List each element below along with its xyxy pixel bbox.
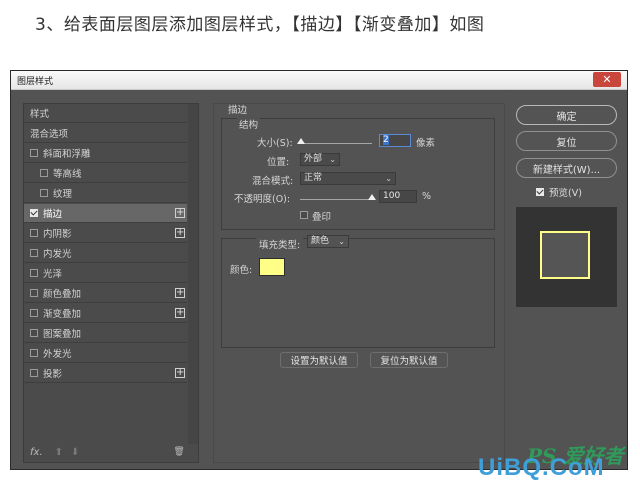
add-effect-icon[interactable]: +: [175, 308, 185, 318]
style-item[interactable]: 描边 +: [24, 204, 187, 223]
style-item[interactable]: 等高线: [24, 164, 187, 183]
close-button[interactable]: ✕: [593, 72, 621, 87]
new-style-button[interactable]: 新建样式(W)...: [516, 158, 617, 178]
fill-type-select[interactable]: 颜色 ⌄: [307, 235, 349, 248]
style-item[interactable]: 颜色叠加 +: [24, 284, 187, 303]
style-item-checkbox[interactable]: [30, 209, 38, 217]
fill-group: 填充类型: 颜色 ⌄ 颜色:: [221, 235, 495, 348]
structure-group: 结构 大小(S): 2 像素 位置: 外部 ⌄ 混合模式: 正常 ⌄ 不透明度(O)…: [221, 117, 495, 230]
style-item-label: 投影: [43, 369, 63, 380]
close-icon: ✕: [602, 73, 612, 86]
style-item[interactable]: 图案叠加: [24, 324, 187, 343]
size-input[interactable]: 2: [379, 134, 411, 147]
style-item-label: 颜色叠加: [43, 289, 82, 300]
trash-icon[interactable]: 🗑: [173, 447, 184, 457]
style-item-label: 斜面和浮雕: [43, 149, 91, 160]
section-title: 描边: [228, 105, 248, 116]
style-item-label: 光泽: [43, 269, 63, 280]
style-item-checkbox[interactable]: [30, 309, 38, 317]
style-item-label: 外发光: [43, 349, 72, 360]
opacity-slider-track[interactable]: [300, 199, 372, 200]
style-item-label: 等高线: [53, 169, 82, 180]
ok-button[interactable]: 确定: [516, 105, 617, 125]
add-effect-icon[interactable]: +: [175, 288, 185, 298]
position-label: 位置:: [267, 157, 290, 168]
reset-default-button[interactable]: 复位为默认值: [370, 352, 448, 368]
fx-icon[interactable]: fx.: [30, 447, 43, 458]
position-select[interactable]: 外部 ⌄: [300, 153, 340, 166]
size-slider-thumb[interactable]: [297, 138, 306, 144]
style-item-checkbox[interactable]: [30, 249, 38, 257]
stroke-color-swatch[interactable]: [259, 258, 285, 276]
style-item[interactable]: 内阴影 +: [24, 224, 187, 243]
style-item-label: 图案叠加: [43, 329, 82, 340]
overprint-checkbox[interactable]: [300, 211, 308, 219]
preview-label: 预览(V): [549, 188, 582, 199]
preview-thumbnail: [540, 231, 590, 279]
style-item-checkbox[interactable]: [30, 369, 38, 377]
style-item-checkbox[interactable]: [30, 269, 38, 277]
chevron-down-icon: ⌄: [329, 155, 336, 164]
style-item[interactable]: 光泽: [24, 264, 187, 283]
opacity-slider-thumb[interactable]: [368, 194, 376, 200]
style-item[interactable]: 内发光: [24, 244, 187, 263]
structure-title: 结构: [237, 117, 261, 131]
tutorial-caption: 3、给表面层图层添加图层样式，【描边】【渐变叠加】如图: [35, 15, 485, 35]
style-item-checkbox[interactable]: [40, 189, 48, 197]
style-list-scrollbar[interactable]: [188, 104, 198, 444]
style-item[interactable]: 渐变叠加 +: [24, 304, 187, 323]
overprint-label[interactable]: 叠印: [312, 209, 331, 223]
style-item-checkbox[interactable]: [30, 349, 38, 357]
style-preview: [516, 207, 617, 307]
move-up-icon[interactable]: ⬆: [55, 447, 63, 458]
opacity-input[interactable]: 100: [379, 190, 417, 203]
color-label: 颜色:: [230, 265, 253, 276]
fill-type-label: 填充类型:: [256, 237, 304, 251]
style-item[interactable]: 外发光: [24, 344, 187, 363]
style-item-label: 内发光: [43, 249, 72, 260]
chevron-down-icon: ⌄: [338, 237, 345, 246]
style-list-footer: fx. ⬆ ⬇ 🗑: [24, 442, 198, 462]
style-item-label: 内阴影: [43, 229, 72, 240]
add-effect-icon[interactable]: +: [175, 368, 185, 378]
move-down-icon[interactable]: ⬇: [71, 447, 79, 458]
style-item-checkbox[interactable]: [30, 229, 38, 237]
size-unit: 像素: [416, 138, 436, 149]
style-item[interactable]: 纹理: [24, 184, 187, 203]
style-item-checkbox[interactable]: [30, 289, 38, 297]
set-default-button[interactable]: 设置为默认值: [280, 352, 358, 368]
style-item-label: 渐变叠加: [43, 309, 82, 320]
watermark-text: UiBQ.CoM: [478, 454, 605, 481]
opacity-label: 不透明度(O):: [234, 194, 291, 205]
style-item-label: 纹理: [53, 189, 73, 200]
style-list-header[interactable]: 样式: [24, 104, 187, 123]
size-label: 大小(S):: [257, 138, 293, 149]
chevron-down-icon: ⌄: [385, 174, 392, 183]
blend-options-item[interactable]: 混合选项: [24, 124, 187, 143]
title-bar: 图层样式 ✕: [11, 71, 627, 90]
style-item-checkbox[interactable]: [30, 329, 38, 337]
reset-button[interactable]: 复位: [516, 131, 617, 151]
style-list: 样式 混合选项 斜面和浮雕等高线纹理描边 + 内阴影 + 内发光光泽颜色叠加 + 渐变叠加 +…: [23, 103, 199, 463]
add-effect-icon[interactable]: +: [175, 208, 185, 218]
blend-mode-select[interactable]: 正常 ⌄: [300, 172, 396, 185]
size-slider-track[interactable]: [300, 143, 372, 144]
preview-toggle[interactable]: 预览(V): [536, 185, 582, 199]
stroke-panel: 描边 结构 大小(S): 2 像素 位置: 外部 ⌄ 混合模式: 正常 ⌄ 不透明度…: [213, 103, 505, 463]
window-title: 图层样式: [17, 77, 54, 87]
style-item-checkbox[interactable]: [30, 149, 38, 157]
blend-mode-label: 混合模式:: [252, 176, 294, 187]
preview-checkbox[interactable]: [536, 188, 544, 196]
style-item-label: 描边: [43, 209, 63, 220]
layer-style-dialog: 图层样式 ✕ 样式 混合选项 斜面和浮雕 等高线 纹理 描边 + 内阴影 + 内发光 光泽 颜色叠…: [10, 70, 628, 470]
opacity-unit: %: [422, 191, 432, 202]
add-effect-icon[interactable]: +: [175, 228, 185, 238]
style-item[interactable]: 投影 +: [24, 364, 187, 383]
style-item[interactable]: 斜面和浮雕: [24, 144, 187, 163]
style-item-checkbox[interactable]: [40, 169, 48, 177]
